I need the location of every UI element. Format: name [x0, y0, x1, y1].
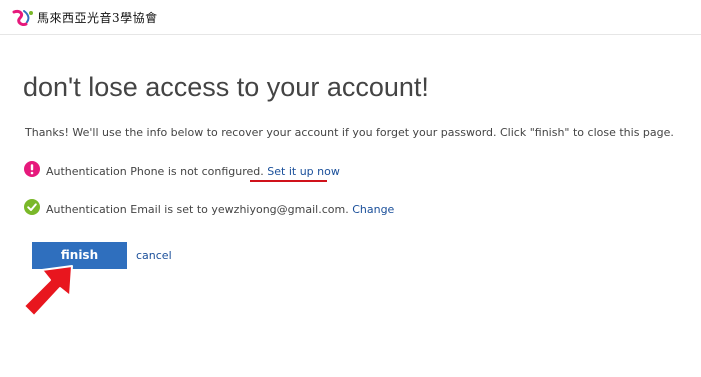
red-arrow-icon: [23, 265, 73, 317]
change-email-link[interactable]: Change: [352, 203, 394, 216]
exclamation-circle-icon: [24, 161, 40, 177]
logo-mark-icon: [12, 10, 33, 26]
logo-text: 馬來西亞光音3學協會: [37, 11, 158, 25]
red-underline-annotation: [250, 180, 327, 182]
brand-logo: 馬來西亞光音3學協會: [10, 8, 157, 30]
check-circle-icon: [24, 199, 40, 215]
top-header: 馬來西亞光音3學協會: [0, 0, 701, 35]
page-title: don't lose access to your account!: [23, 72, 429, 102]
intro-text: Thanks! We'll use the info below to reco…: [25, 126, 674, 139]
set-it-up-now-link[interactable]: Set it up now: [267, 165, 340, 178]
cancel-link[interactable]: cancel: [136, 249, 172, 263]
email-status-label: Authentication Email is set to yewzhiyon…: [46, 203, 349, 216]
phone-status-text: Authentication Phone is not configured. …: [46, 163, 340, 181]
phone-status-label: Authentication Phone is not configured.: [46, 165, 264, 178]
email-status-text: Authentication Email is set to yewzhiyon…: [46, 201, 394, 219]
